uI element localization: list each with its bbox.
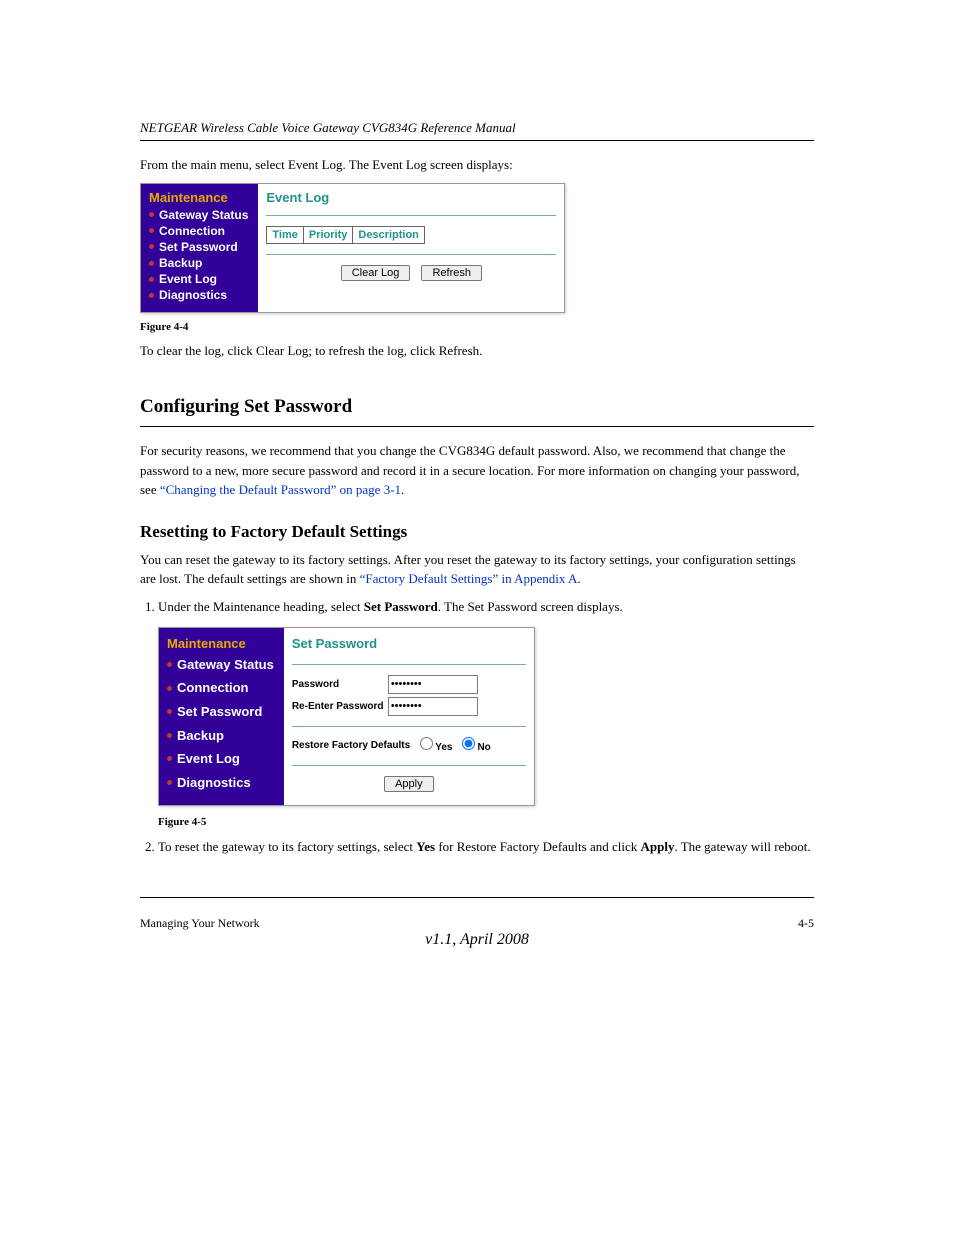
sidebar-heading: Maintenance xyxy=(149,190,248,205)
sidebar-item-backup[interactable]: Backup xyxy=(149,255,248,271)
col-description: Description xyxy=(353,226,425,243)
reenter-label: Re-Enter Password xyxy=(292,699,388,715)
panel-rule-pwd-3 xyxy=(292,765,526,766)
step-1-before: Under the Maintenance heading, select xyxy=(158,599,364,614)
sidebar-item-gateway-status-2[interactable]: Gateway Status xyxy=(167,656,274,674)
step-1: Under the Maintenance heading, select Se… xyxy=(158,597,814,832)
sidebar-item-event-log[interactable]: Event Log xyxy=(149,271,248,287)
sidebar-list-2: Gateway Status Connection Set Password B… xyxy=(167,656,274,791)
panel-title: Event Log xyxy=(266,190,556,205)
restore-yes-radio[interactable] xyxy=(420,737,433,750)
step-1-bold: Set Password xyxy=(364,599,438,614)
footer-right: 4-5 xyxy=(798,916,814,931)
section-paragraph-1-suffix: . xyxy=(401,482,404,497)
screenshot-event-log: Maintenance Gateway Status Connection Se… xyxy=(140,183,565,313)
password-row: Password xyxy=(292,675,526,694)
sidebar-item-connection[interactable]: Connection xyxy=(149,223,248,239)
footer-rule xyxy=(140,897,814,898)
reenter-field[interactable] xyxy=(388,697,478,716)
step-2-end: . The gateway will reboot. xyxy=(674,839,810,854)
button-row: Clear Log Refresh xyxy=(266,265,556,281)
refresh-button[interactable]: Refresh xyxy=(421,265,482,281)
sub-paragraph-suffix: . xyxy=(577,571,580,586)
step-2-bold-apply: Apply xyxy=(640,839,674,854)
apply-row: Apply xyxy=(292,776,526,793)
step-2-mid: for Restore Factory Defaults and click xyxy=(435,839,640,854)
sidebar-item-set-password-2[interactable]: Set Password xyxy=(167,703,274,721)
sidebar-item-diagnostics-2[interactable]: Diagnostics xyxy=(167,774,274,792)
sub-heading: Resetting to Factory Default Settings xyxy=(140,522,814,542)
restore-no-radio[interactable] xyxy=(462,737,475,750)
clear-log-button[interactable]: Clear Log xyxy=(341,265,411,281)
reenter-row: Re-Enter Password xyxy=(292,697,526,716)
restore-defaults-label: Restore Factory Defaults xyxy=(292,738,410,754)
step-2-bold-yes: Yes xyxy=(416,839,435,854)
sub-paragraph: You can reset the gateway to its factory… xyxy=(140,550,814,589)
apply-button[interactable]: Apply xyxy=(384,776,434,792)
restore-no-option: No xyxy=(458,737,490,756)
step-2-before: To reset the gateway to its factory sett… xyxy=(158,839,416,854)
panel-rule-pwd-1 xyxy=(292,664,526,665)
sidebar-item-diagnostics[interactable]: Diagnostics xyxy=(149,287,248,303)
section-rule xyxy=(140,426,814,427)
panel-rule-2 xyxy=(266,254,556,255)
footer-left: Managing Your Network xyxy=(140,916,260,931)
set-password-panel: Set Password Password Re-Enter Password xyxy=(284,628,534,802)
paragraph-after-fig1: To clear the log, click Clear Log; to re… xyxy=(140,341,814,361)
sidebar-item-event-log-2[interactable]: Event Log xyxy=(167,750,274,768)
section-paragraph-1: For security reasons, we recommend that … xyxy=(140,441,814,500)
steps-list: Under the Maintenance heading, select Se… xyxy=(158,597,814,858)
link-factory-defaults[interactable]: “Factory Default Settings” in Appendix A xyxy=(360,571,578,586)
sidebar: Maintenance Gateway Status Connection Se… xyxy=(141,184,258,312)
header-rule xyxy=(140,140,814,141)
sidebar-item-connection-2[interactable]: Connection xyxy=(167,679,274,697)
event-log-panel: Event Log Time Priority Description Clea… xyxy=(258,184,564,289)
figure-caption-2: Figure 4-5 xyxy=(158,814,814,831)
col-priority: Priority xyxy=(303,226,353,243)
step-2: To reset the gateway to its factory sett… xyxy=(158,837,814,857)
sidebar-item-set-password[interactable]: Set Password xyxy=(149,239,248,255)
screenshot-set-password: Maintenance Gateway Status Connection Se… xyxy=(158,627,535,806)
footer-revision: v1.1, April 2008 xyxy=(140,931,814,949)
running-header: NETGEAR Wireless Cable Voice Gateway CVG… xyxy=(140,120,814,136)
panel-rule xyxy=(266,215,556,216)
restore-defaults-row: Restore Factory Defaults Yes No xyxy=(292,737,526,756)
section-heading: Configuring Set Password xyxy=(140,396,814,418)
event-log-table: Time Priority Description xyxy=(266,226,425,244)
sidebar-2: Maintenance Gateway Status Connection Se… xyxy=(159,628,284,805)
panel-rule-pwd-2 xyxy=(292,726,526,727)
link-changing-password[interactable]: “Changing the Default Password” on page … xyxy=(160,482,401,497)
col-time: Time xyxy=(267,226,303,243)
sidebar-list: Gateway Status Connection Set Password B… xyxy=(149,207,248,304)
step-1-after: . The Set Password screen displays. xyxy=(438,599,623,614)
footer: Managing Your Network 4-5 xyxy=(140,916,814,931)
figure-caption-1: Figure 4-4 xyxy=(140,321,814,333)
sidebar-heading-2: Maintenance xyxy=(167,634,274,654)
restore-yes-option: Yes xyxy=(416,737,452,756)
panel-title-2: Set Password xyxy=(292,634,526,654)
sidebar-item-gateway-status[interactable]: Gateway Status xyxy=(149,207,248,223)
password-field[interactable] xyxy=(388,675,478,694)
sidebar-item-backup-2[interactable]: Backup xyxy=(167,727,274,745)
password-label: Password xyxy=(292,677,388,693)
intro-paragraph: From the main menu, select Event Log. Th… xyxy=(140,155,814,175)
